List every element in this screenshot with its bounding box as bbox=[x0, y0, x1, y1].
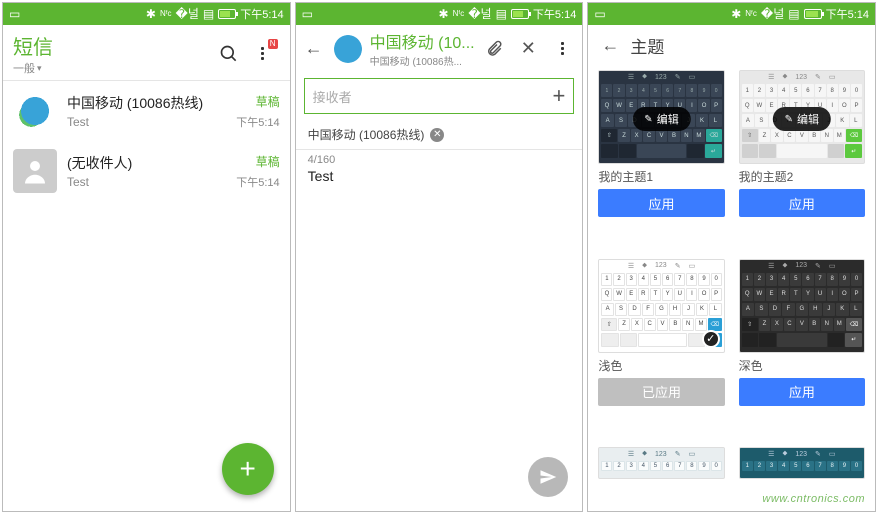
nfc-icon: Nᶠc bbox=[453, 10, 465, 18]
apply-theme-button[interactable]: 应用 bbox=[739, 378, 865, 406]
status-bar: ▭ ✱ Nᶠc �널 ▤ 下午5:14 bbox=[296, 3, 583, 25]
applied-theme-button: 已应用 bbox=[598, 378, 724, 406]
screen-compose: ▭ ✱ Nᶠc �널 ▤ 下午5:14 ← 中国移动 (10... 中国移动 (… bbox=[295, 2, 584, 512]
battery-icon bbox=[218, 9, 236, 19]
edit-theme-button[interactable]: ✎编辑 bbox=[632, 107, 690, 131]
bluetooth-icon: ✱ bbox=[146, 8, 156, 20]
message-row[interactable]: 中国移动 (10086热线) Test 草稿 下午5:14 bbox=[3, 81, 290, 141]
indicator-icon: ▭ bbox=[302, 8, 313, 20]
avatar-china-mobile bbox=[332, 33, 364, 65]
indicator-icon: ▭ bbox=[9, 8, 20, 20]
message-sender: 中国移动 (10086热线) bbox=[67, 93, 226, 113]
draft-label: 草稿 bbox=[236, 93, 279, 110]
search-button[interactable] bbox=[212, 37, 246, 71]
theme-name: 浅色 bbox=[598, 357, 724, 374]
send-button[interactable] bbox=[528, 457, 568, 497]
apply-theme-button[interactable]: 应用 bbox=[739, 189, 865, 217]
message-preview: Test bbox=[67, 115, 226, 129]
theme-card: ☰⬥123✎▭1234567890QWERTYUIOPASDFGHJKL⇧ZXC… bbox=[739, 259, 865, 438]
battery-icon bbox=[511, 9, 529, 19]
status-bar: ▭ ✱ Nᶠc �널 ▤ 下午5:14 bbox=[3, 3, 290, 25]
sim-icon: ▤ bbox=[496, 8, 507, 20]
back-button[interactable]: ← bbox=[302, 38, 326, 59]
keyboard-preview[interactable]: ☰⬥123✎▭1234567890QWERTYUIOPASDFGHJKL⇧ZXC… bbox=[739, 447, 865, 479]
recipient-input[interactable]: 接收者 bbox=[313, 87, 553, 106]
keyboard-preview[interactable]: ☰⬥123✎▭1234567890QWERTYUIOPASDFGHJKL⇧ZXC… bbox=[598, 70, 724, 164]
theme-card: ☰⬥123✎▭1234567890QWERTYUIOPASDFGHJKL⇧ZXC… bbox=[598, 447, 724, 511]
theme-card: ☰⬥123✎▭1234567890QWERTYUIOPASDFGHJKL⇧ZXC… bbox=[598, 70, 724, 249]
compose-title: 中国移动 (10... bbox=[370, 29, 475, 53]
message-body-input[interactable]: Test bbox=[296, 168, 583, 184]
themes-header: ← 主题 bbox=[588, 25, 875, 66]
status-time: 下午5:14 bbox=[826, 6, 869, 22]
chevron-down-icon: ▾ bbox=[37, 63, 42, 74]
recipient-input-wrap[interactable]: 接收者 + bbox=[304, 78, 575, 114]
sms-filter-dropdown[interactable]: 一般 ▾ bbox=[13, 60, 212, 76]
nfc-icon: Nᶠc bbox=[745, 10, 757, 18]
theme-card: ☰⬥123✎▭1234567890QWERTYUIOPASDFGHJKL⇧ZXC… bbox=[739, 70, 865, 249]
wifi-icon: �널 bbox=[468, 8, 491, 20]
message-time: 下午5:14 bbox=[236, 174, 279, 190]
avatar-anonymous bbox=[13, 149, 57, 193]
message-sender: (无收件人) bbox=[67, 153, 226, 173]
overflow-menu-button[interactable] bbox=[548, 35, 576, 63]
status-time: 下午5:14 bbox=[240, 6, 283, 22]
compose-header: ← 中国移动 (10... 中国移动 (10086热... ✕ bbox=[296, 25, 583, 72]
battery-icon bbox=[804, 9, 822, 19]
message-time: 下午5:14 bbox=[236, 114, 279, 130]
selected-check-icon: ✓ bbox=[702, 330, 720, 348]
apply-theme-button[interactable]: 应用 bbox=[598, 189, 724, 217]
char-counter: 4/160 bbox=[296, 150, 583, 168]
theme-card: ☰⬥123✎▭1234567890QWERTYUIOPASDFGHJKL⇧ZXC… bbox=[598, 259, 724, 438]
recipient-chip-row: 中国移动 (10086热线) ✕ bbox=[296, 120, 583, 149]
draft-label: 草稿 bbox=[236, 153, 279, 170]
notification-badge: N bbox=[268, 39, 278, 49]
wifi-icon: �널 bbox=[176, 8, 199, 20]
status-bar: ▭ ✱ Nᶠc �널 ▤ 下午5:14 bbox=[588, 3, 875, 25]
theme-card: ☰⬥123✎▭1234567890QWERTYUIOPASDFGHJKL⇧ZXC… bbox=[739, 447, 865, 511]
theme-name: 深色 bbox=[739, 357, 865, 374]
theme-name: 我的主题2 bbox=[739, 168, 865, 185]
close-button[interactable]: ✕ bbox=[514, 35, 542, 63]
keyboard-preview[interactable]: ☰⬥123✎▭1234567890QWERTYUIOPASDFGHJKL⇧ZXC… bbox=[739, 259, 865, 353]
nfc-icon: Nᶠc bbox=[160, 10, 172, 18]
plus-icon: + bbox=[239, 453, 255, 485]
theme-name: 我的主题1 bbox=[598, 168, 724, 185]
theme-grid[interactable]: ☰⬥123✎▭1234567890QWERTYUIOPASDFGHJKL⇧ZXC… bbox=[588, 66, 875, 511]
compose-fab[interactable]: + bbox=[222, 443, 274, 495]
sms-title: 短信 bbox=[13, 31, 212, 60]
keyboard-preview[interactable]: ☰⬥123✎▭1234567890QWERTYUIOPASDFGHJKL⇧ZXC… bbox=[598, 447, 724, 479]
add-recipient-button[interactable]: + bbox=[552, 83, 565, 109]
message-row[interactable]: (无收件人) Test 草稿 下午5:14 bbox=[3, 141, 290, 201]
wifi-icon: �널 bbox=[761, 8, 784, 20]
sms-header: 短信 一般 ▾ N bbox=[3, 25, 290, 80]
indicator-icon: ▭ bbox=[594, 8, 605, 20]
screen-themes: ▭ ✱ Nᶠc �널 ▤ 下午5:14 ← 主题 ☰⬥123✎▭12345678… bbox=[587, 2, 876, 512]
back-button[interactable]: ← bbox=[598, 35, 622, 56]
recipient-chip[interactable]: 中国移动 (10086热线) bbox=[308, 126, 425, 143]
bluetooth-icon: ✱ bbox=[731, 8, 741, 20]
attach-button[interactable] bbox=[480, 35, 508, 63]
message-preview: Test bbox=[67, 175, 226, 189]
screen-sms-list: ▭ ✱ Nᶠc �널 ▤ 下午5:14 短信 一般 ▾ N 中国移动 bbox=[2, 2, 291, 512]
keyboard-preview[interactable]: ☰⬥123✎▭1234567890QWERTYUIOPASDFGHJKL⇧ZXC… bbox=[739, 70, 865, 164]
sim-icon: ▤ bbox=[788, 8, 799, 20]
status-time: 下午5:14 bbox=[533, 6, 576, 22]
sim-icon: ▤ bbox=[203, 8, 214, 20]
edit-theme-button[interactable]: ✎编辑 bbox=[773, 107, 831, 131]
remove-chip-button[interactable]: ✕ bbox=[430, 128, 444, 142]
avatar-china-mobile bbox=[13, 89, 57, 133]
keyboard-preview[interactable]: ☰⬥123✎▭1234567890QWERTYUIOPASDFGHJKL⇧ZXC… bbox=[598, 259, 724, 353]
themes-title: 主题 bbox=[630, 33, 664, 58]
bluetooth-icon: ✱ bbox=[439, 8, 449, 20]
overflow-menu-button[interactable]: N bbox=[246, 37, 280, 71]
compose-subtitle: 中国移动 (10086热... bbox=[370, 53, 475, 68]
